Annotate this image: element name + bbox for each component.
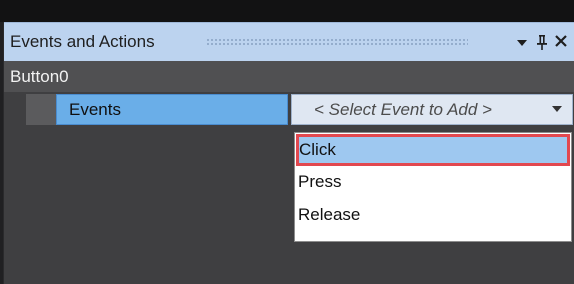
panel-title: Events and Actions xyxy=(10,32,155,51)
window-frame: Events and Actions Button0 Events < Sele… xyxy=(0,0,574,284)
option-label: Release xyxy=(298,205,361,224)
panel-titlebar: Events and Actions xyxy=(4,22,574,61)
object-name: Button0 xyxy=(10,67,69,86)
row-gutter xyxy=(26,94,56,125)
events-label: Events xyxy=(69,100,121,119)
pin-icon[interactable] xyxy=(532,29,552,55)
select-event-dropdown[interactable]: < Select Event to Add > xyxy=(291,94,573,125)
object-name-row: Button0 xyxy=(4,61,574,92)
option-label: Click xyxy=(299,140,336,159)
option-press[interactable]: Press xyxy=(296,167,570,199)
select-event-placeholder: < Select Event to Add > xyxy=(314,100,492,119)
events-category-cell[interactable]: Events xyxy=(56,94,288,125)
dropdown-arrow-icon[interactable] xyxy=(552,106,562,112)
drag-grip[interactable] xyxy=(206,38,468,45)
option-release[interactable]: Release xyxy=(296,200,570,232)
chevron-down-icon[interactable] xyxy=(512,29,532,55)
top-strip xyxy=(0,0,574,22)
events-row: Events < Select Event to Add > xyxy=(4,94,574,125)
events-actions-panel: Events and Actions Button0 Events < Sele… xyxy=(3,22,574,284)
close-icon[interactable] xyxy=(551,29,571,55)
option-label: Press xyxy=(298,172,342,191)
option-click[interactable]: Click xyxy=(296,134,570,166)
event-options-list: Click Press Release xyxy=(294,132,572,242)
